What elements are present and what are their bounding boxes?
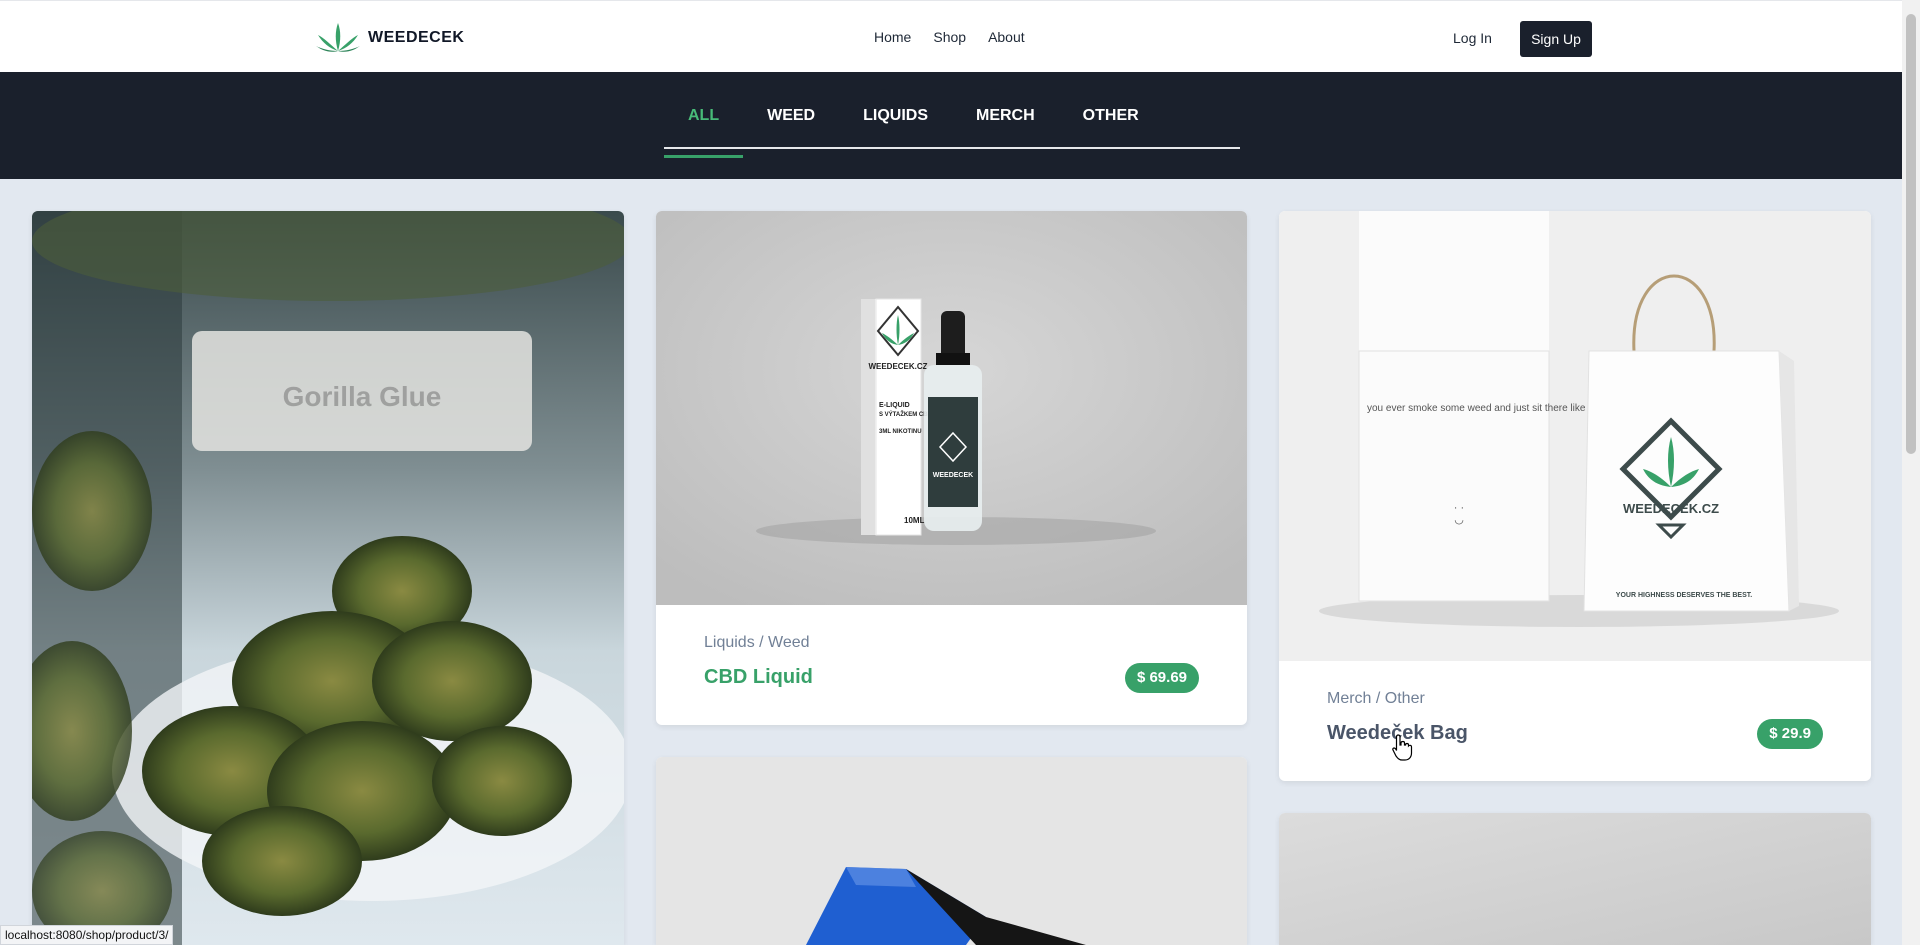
jar-label-text: Gorilla Glue (283, 381, 442, 412)
nav-link-about[interactable]: About (988, 29, 1025, 45)
login-link[interactable]: Log In (1453, 30, 1492, 46)
box-volume-text: 10ML (904, 516, 925, 525)
bag-quote-text: you ever smoke some weed and just sit th… (1367, 403, 1586, 414)
product-image-weed-buds: Gorilla Glue (32, 211, 624, 945)
cannabis-leaf-icon (316, 23, 360, 52)
scrollbar-thumb[interactable] (1906, 14, 1916, 454)
tab-weed[interactable]: WEED (743, 94, 839, 147)
product-card-cbd-liquid[interactable]: WEEDECEK.CZ E-LIQUID S VÝTAŽKEM CBD 3ML … (656, 211, 1247, 725)
nav-link-shop[interactable]: Shop (933, 29, 966, 45)
box-brand-text: WEEDECEK.CZ (868, 362, 927, 371)
price-badge: $ 29.9 (1757, 719, 1823, 749)
tab-other[interactable]: OTHER (1059, 94, 1163, 147)
box-line-3: 3ML NIKOTINU (879, 429, 922, 435)
bottle-label-text: WEEDECEK (933, 472, 973, 479)
bag-brand-text: WEEDECEK.CZ (1623, 501, 1719, 516)
box-line-1: E-LIQUID (879, 402, 910, 409)
top-navbar: WEEDECEK Home Shop About Log In Sign Up (0, 0, 1902, 73)
category-tabs: ALL WEED LIQUIDS MERCH OTHER (664, 94, 1240, 158)
signup-button[interactable]: Sign Up (1520, 21, 1592, 57)
category-bar: ALL WEED LIQUIDS MERCH OTHER (0, 72, 1902, 179)
product-card-weed[interactable]: Gorilla Glue (32, 211, 624, 945)
hand-cursor-icon (1392, 734, 1413, 761)
page-scrollbar[interactable] (1902, 0, 1920, 945)
svg-text:◡: ◡ (1454, 514, 1464, 526)
product-image-bags: you ever smoke some weed and just sit th… (1279, 211, 1871, 661)
price-badge: $ 69.69 (1124, 663, 1199, 693)
status-bar-url: localhost:8080/shop/product/3/ (0, 925, 174, 945)
product-title[interactable]: CBD Liquid (704, 666, 813, 689)
product-card-partial[interactable] (656, 757, 1247, 945)
tab-liquids[interactable]: LIQUIDS (839, 94, 952, 147)
nav-link-home[interactable]: Home (874, 29, 911, 45)
tab-all[interactable]: ALL (664, 94, 744, 158)
main-nav-links: Home Shop About (874, 29, 1047, 45)
product-card-weedecek-bag[interactable]: you ever smoke some weed and just sit th… (1279, 211, 1871, 781)
tab-merch[interactable]: MERCH (952, 94, 1059, 147)
product-image-cbd-liquid: WEEDECEK.CZ E-LIQUID S VÝTAŽKEM CBD 3ML … (656, 211, 1247, 605)
product-image-grey (1279, 813, 1871, 945)
brand-name: WEEDECEK (368, 29, 465, 46)
product-card-partial[interactable] (1279, 813, 1871, 945)
svg-text:· ·: · · (1454, 502, 1464, 514)
brand-logo[interactable]: WEEDECEK (314, 21, 464, 55)
product-image-blue-pack (656, 757, 1247, 945)
product-category: Merch / Other (1327, 690, 1425, 707)
bag-slogan-text: YOUR HIGHNESS DESERVES THE BEST. (1616, 592, 1752, 599)
product-category: Liquids / Weed (704, 634, 810, 651)
